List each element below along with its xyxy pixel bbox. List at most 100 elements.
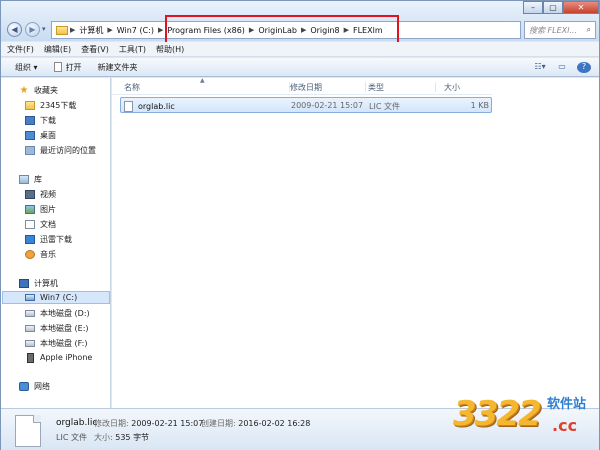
sidebar-label: 下载 xyxy=(40,116,56,125)
picture-icon xyxy=(25,205,35,214)
details-created: 创建日期: 2016-02-02 16:28 xyxy=(201,418,310,429)
column-modified[interactable]: 修改日期 xyxy=(288,82,366,92)
command-toolbar: 组织 ▾ 打开 新建文件夹 ☷▾ ▭ ? xyxy=(1,58,599,77)
open-label: 打开 xyxy=(65,62,82,72)
forward-arrow-icon[interactable]: ▶ xyxy=(25,22,40,37)
sidebar-item-drive-c[interactable]: Win7 (C:) xyxy=(2,291,110,304)
minimize-button[interactable]: – xyxy=(523,1,543,14)
column-type[interactable]: 类型 xyxy=(366,82,436,92)
sidebar-label: 本地磁盘 (D:) xyxy=(40,309,90,318)
open-button[interactable]: 打开 xyxy=(53,62,82,73)
sidebar-item-desktop[interactable]: 桌面 xyxy=(25,129,56,142)
file-size: 1 KB xyxy=(470,101,489,110)
sidebar-label: 文档 xyxy=(40,220,56,229)
organize-button[interactable]: 组织 ▾ xyxy=(15,62,38,73)
view-options-icon[interactable]: ☷▾ xyxy=(533,62,547,73)
menu-edit[interactable]: 编辑(E) xyxy=(44,44,71,55)
drive-icon xyxy=(25,325,35,332)
file-type: LIC 文件 xyxy=(369,102,400,111)
music-icon xyxy=(25,250,35,259)
sidebar-label: 桌面 xyxy=(40,131,56,140)
breadcrumb-drive-c[interactable]: Win7 (C:) xyxy=(113,26,158,35)
sidebar-label: 库 xyxy=(34,175,42,184)
sidebar-label: Win7 (C:) xyxy=(40,293,78,302)
sidebar-item-drive-e[interactable]: 本地磁盘 (E:) xyxy=(25,322,89,335)
menu-view[interactable]: 查看(V) xyxy=(81,44,109,55)
help-icon[interactable]: ? xyxy=(577,62,591,73)
history-dropdown-icon[interactable]: ▾ xyxy=(42,25,46,33)
watermark-site-name: 软件站 xyxy=(547,397,587,412)
watermark-number: 3322 xyxy=(453,394,542,434)
sidebar-item-libraries[interactable]: 库 xyxy=(19,173,42,186)
library-icon xyxy=(19,175,29,184)
sidebar-label: 收藏夹 xyxy=(34,86,58,95)
watermark-domain: .cc xyxy=(552,416,578,435)
details-file-type: LIC 文件 xyxy=(56,433,87,442)
new-folder-button[interactable]: 新建文件夹 xyxy=(98,62,138,73)
menu-bar: 文件(F) 编辑(E) 查看(V) 工具(T) 帮助(H) xyxy=(1,42,599,57)
sidebar-item-drive-d[interactable]: 本地磁盘 (D:) xyxy=(25,307,90,320)
sidebar-item-favorites[interactable]: ★ 收藏夹 xyxy=(19,84,58,97)
details-file-name: orglab.lic xyxy=(56,418,98,428)
sidebar-item-recent-places[interactable]: 最近访问的位置 xyxy=(25,144,96,157)
desktop-icon xyxy=(25,131,35,140)
column-header: ▲ 名称 修改日期 类型 大小 xyxy=(112,77,492,95)
file-row-selected[interactable]: orglab.lic 2009-02-21 15:07 LIC 文件 1 KB xyxy=(120,97,492,113)
sidebar-item-drive-f[interactable]: 本地磁盘 (F:) xyxy=(25,337,87,350)
phone-icon xyxy=(27,352,34,363)
document-icon xyxy=(53,62,62,72)
details-created-label: 创建日期: xyxy=(201,419,236,428)
search-input[interactable]: 搜索 FLEXl... ⌕ xyxy=(524,21,596,39)
maximize-button[interactable]: ▢ xyxy=(543,1,563,14)
sidebar-item-2345-download[interactable]: 2345下载 xyxy=(25,99,76,112)
details-modified-value: 2009-02-21 15:07 xyxy=(131,419,204,428)
download-icon xyxy=(25,116,35,125)
network-icon xyxy=(19,382,29,391)
sidebar-item-iphone[interactable]: Apple iPhone xyxy=(25,351,92,364)
search-icon[interactable]: ⌕ xyxy=(587,25,591,35)
file-list-pane: ▲ 名称 修改日期 类型 大小 orglab.lic 2009-02-21 15… xyxy=(112,77,599,408)
sidebar-label: 图片 xyxy=(40,205,56,214)
details-size-label: 大小: xyxy=(94,433,113,442)
menu-help[interactable]: 帮助(H) xyxy=(156,44,184,55)
computer-icon xyxy=(19,279,29,288)
sidebar-item-thunder-downloads[interactable]: 迅雷下载 xyxy=(25,233,72,246)
document-icon xyxy=(25,220,35,229)
sidebar-item-computer[interactable]: 计算机 xyxy=(19,277,58,290)
details-created-value: 2016-02-02 16:28 xyxy=(238,419,311,428)
column-size[interactable]: 大小 xyxy=(442,82,492,92)
sidebar-item-pictures[interactable]: 图片 xyxy=(25,203,56,216)
folder-icon xyxy=(56,25,68,35)
site-watermark-logo: 3322 软件站 .cc xyxy=(453,386,595,444)
breadcrumb-computer[interactable]: 计算机 xyxy=(75,25,107,36)
menu-file[interactable]: 文件(F) xyxy=(7,44,34,55)
sidebar-label: Apple iPhone xyxy=(40,353,93,362)
explorer-window: ◀ ▶ ▾ ▶ 计算机 ▶ Win7 (C:) ▶ Program Files … xyxy=(0,0,600,450)
column-name[interactable]: 名称 xyxy=(122,82,290,92)
details-size-value: 535 字节 xyxy=(115,433,150,442)
back-arrow-icon[interactable]: ◀ xyxy=(7,22,22,37)
recent-places-icon xyxy=(25,146,35,155)
details-modified-label: 修改日期: xyxy=(94,419,129,428)
menu-tools[interactable]: 工具(T) xyxy=(119,44,146,55)
file-large-icon xyxy=(15,415,41,447)
sidebar-item-documents[interactable]: 文档 xyxy=(25,218,56,231)
drive-icon xyxy=(25,310,35,317)
star-icon: ★ xyxy=(19,85,29,96)
sidebar-label: 本地磁盘 (F:) xyxy=(40,339,88,348)
sidebar-item-music[interactable]: 音乐 xyxy=(25,248,56,261)
window-controls: – ▢ ✕ xyxy=(523,1,599,15)
sidebar-label: 视频 xyxy=(40,190,56,199)
sidebar-item-downloads[interactable]: 下载 xyxy=(25,114,56,127)
preview-pane-icon[interactable]: ▭ xyxy=(555,62,569,73)
video-icon xyxy=(25,190,35,199)
drive-icon xyxy=(25,340,35,347)
sidebar-item-videos[interactable]: 视频 xyxy=(25,188,56,201)
close-button[interactable]: ✕ xyxy=(563,1,599,14)
details-size: 大小: 535 字节 xyxy=(94,432,149,443)
sidebar-label: 音乐 xyxy=(40,250,56,259)
file-name: orglab.lic xyxy=(138,102,175,111)
sidebar-item-network[interactable]: 网络 xyxy=(19,380,50,393)
file-modified: 2009-02-21 15:07 xyxy=(291,101,364,110)
navigation-pane: ★ 收藏夹 2345下载 下载 桌面 最近访问的位置 库 视频 图片 文档 迅雷… xyxy=(1,78,111,408)
